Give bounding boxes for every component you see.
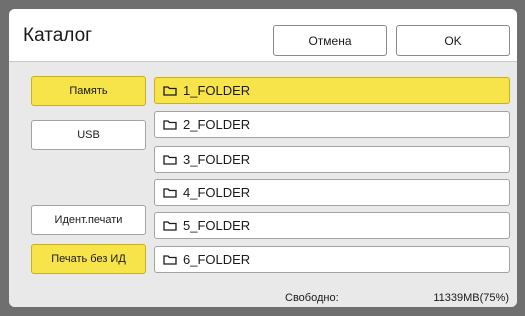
dialog-header: Каталог Отмена OK xyxy=(9,9,517,62)
cancel-button[interactable]: Отмена xyxy=(273,25,387,56)
folder-item-6[interactable]: 6_FOLDER xyxy=(154,246,510,273)
folder-name: 3_FOLDER xyxy=(183,152,251,167)
source-memory-button[interactable]: Память xyxy=(31,76,146,106)
folder-icon xyxy=(163,120,177,130)
folder-item-5[interactable]: 5_FOLDER xyxy=(154,212,510,239)
print-id-button[interactable]: Идент.печати xyxy=(31,205,146,235)
folder-item-4[interactable]: 4_FOLDER xyxy=(154,179,510,206)
catalog-dialog: Каталог Отмена OK Память USB Идент.печат… xyxy=(9,9,517,307)
print-without-id-button[interactable]: Печать без ИД xyxy=(31,244,146,274)
source-usb-button[interactable]: USB xyxy=(31,120,146,150)
ok-button[interactable]: OK xyxy=(396,25,510,56)
folder-icon xyxy=(163,188,177,198)
folder-icon xyxy=(163,255,177,265)
free-space-value: 11339MB(75%) xyxy=(433,292,509,304)
folder-icon xyxy=(163,86,177,96)
folder-name: 6_FOLDER xyxy=(183,252,251,267)
folder-item-1[interactable]: 1_FOLDER xyxy=(154,77,510,104)
folder-item-2[interactable]: 2_FOLDER xyxy=(154,111,510,138)
folder-name: 4_FOLDER xyxy=(183,185,251,200)
dialog-body: Память USB Идент.печати Печать без ИД 1_… xyxy=(9,62,517,307)
folder-icon xyxy=(163,155,177,165)
folder-name: 2_FOLDER xyxy=(183,117,251,132)
folder-item-3[interactable]: 3_FOLDER xyxy=(154,146,510,173)
dialog-title: Каталог xyxy=(23,25,93,46)
folder-name: 1_FOLDER xyxy=(183,83,251,98)
folder-name: 5_FOLDER xyxy=(183,218,251,233)
free-space-label: Свободно: xyxy=(285,292,339,304)
folder-icon xyxy=(163,221,177,231)
